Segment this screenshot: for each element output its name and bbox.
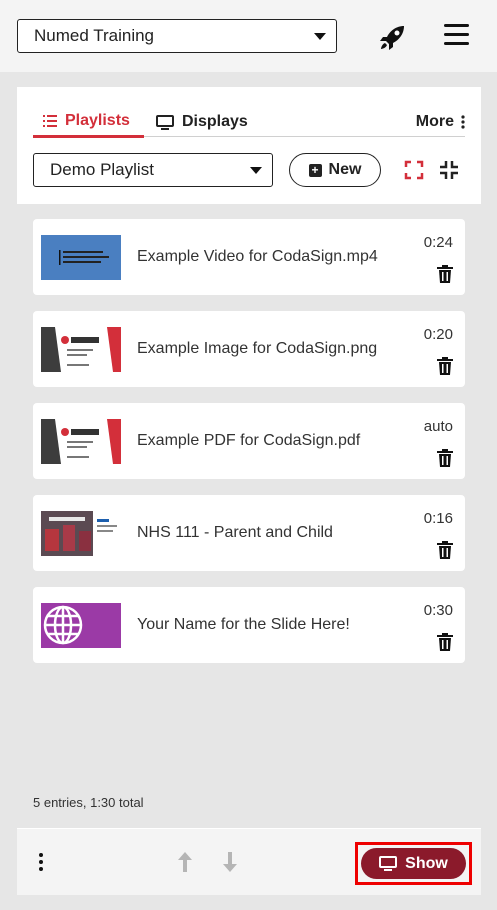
caret-down-icon bbox=[314, 33, 326, 40]
monitor-icon bbox=[156, 114, 174, 130]
show-button-highlight: Show bbox=[355, 842, 472, 885]
organization-select[interactable]: Numed Training bbox=[17, 19, 337, 53]
tab-displays-label: Displays bbox=[182, 113, 248, 130]
item-thumbnail bbox=[41, 235, 121, 280]
item-thumbnail bbox=[41, 419, 121, 464]
tab-playlists-label: Playlists bbox=[65, 112, 130, 129]
tab-bar: Playlists Displays More bbox=[33, 107, 465, 138]
show-button[interactable]: Show bbox=[361, 848, 466, 879]
list-item[interactable]: Example Video for CodaSign.mp4 0:24 bbox=[33, 219, 465, 295]
vertical-dots-icon[interactable] bbox=[39, 853, 45, 873]
left-strip bbox=[0, 87, 17, 895]
list-item[interactable]: Example Image for CodaSign.png 0:20 bbox=[33, 311, 465, 387]
top-bar: Numed Training bbox=[0, 0, 497, 72]
organization-select-value: Numed Training bbox=[34, 26, 155, 45]
rocket-icon[interactable] bbox=[378, 22, 408, 52]
monitor-icon bbox=[379, 856, 398, 871]
more-menu[interactable]: More bbox=[416, 107, 465, 137]
arrow-up-icon[interactable] bbox=[177, 851, 193, 873]
item-thumbnail bbox=[41, 327, 121, 372]
playlist-summary: 5 entries, 1:30 total bbox=[33, 795, 144, 810]
item-thumbnail bbox=[41, 603, 121, 648]
trash-icon[interactable] bbox=[437, 541, 453, 559]
item-duration[interactable]: 0:30 bbox=[424, 602, 453, 619]
list-item[interactable]: NHS 111 - Parent and Child 0:16 bbox=[33, 495, 465, 571]
playlist-items: Example Video for CodaSign.mp4 0:24 Exam… bbox=[17, 204, 481, 828]
tab-displays[interactable]: Displays bbox=[156, 107, 248, 137]
item-title: Example Image for CodaSign.png bbox=[137, 340, 378, 357]
expand-icon[interactable] bbox=[404, 160, 424, 180]
item-thumbnail bbox=[41, 511, 121, 556]
item-title: Example Video for CodaSign.mp4 bbox=[137, 248, 378, 265]
item-title: Example PDF for CodaSign.pdf bbox=[137, 432, 361, 449]
vertical-dots-icon bbox=[461, 115, 465, 129]
item-title: NHS 111 - Parent and Child bbox=[137, 524, 333, 541]
item-title: Your Name for the Slide Here! bbox=[137, 616, 350, 633]
caret-down-icon bbox=[250, 167, 262, 174]
arrow-down-icon[interactable] bbox=[222, 851, 238, 873]
item-duration[interactable]: auto bbox=[424, 418, 453, 435]
footer-bar: Show bbox=[17, 829, 481, 895]
hamburger-icon[interactable] bbox=[444, 24, 469, 48]
trash-icon[interactable] bbox=[437, 265, 453, 283]
trash-icon[interactable] bbox=[437, 449, 453, 467]
trash-icon[interactable] bbox=[437, 633, 453, 651]
compress-icon[interactable] bbox=[439, 160, 459, 180]
playlist-select[interactable]: Demo Playlist bbox=[33, 153, 273, 187]
new-button-label: New bbox=[328, 161, 362, 178]
new-playlist-button[interactable]: + New bbox=[289, 153, 381, 187]
item-duration[interactable]: 0:24 bbox=[424, 234, 453, 251]
list-item[interactable]: Your Name for the Slide Here! 0:30 bbox=[33, 587, 465, 663]
playlist-panel: Playlists Displays More Demo Playlist + bbox=[17, 87, 481, 895]
list-icon bbox=[43, 115, 57, 127]
show-button-label: Show bbox=[405, 854, 448, 872]
plus-icon: + bbox=[308, 163, 322, 177]
item-duration[interactable]: 0:20 bbox=[424, 326, 453, 343]
list-item[interactable]: Example PDF for CodaSign.pdf auto bbox=[33, 403, 465, 479]
item-duration[interactable]: 0:16 bbox=[424, 510, 453, 527]
playlist-controls: Demo Playlist + New bbox=[33, 153, 465, 187]
tab-playlists[interactable]: Playlists bbox=[33, 107, 144, 138]
trash-icon[interactable] bbox=[437, 357, 453, 375]
more-menu-label: More bbox=[415, 113, 454, 130]
playlist-select-value: Demo Playlist bbox=[50, 160, 154, 179]
